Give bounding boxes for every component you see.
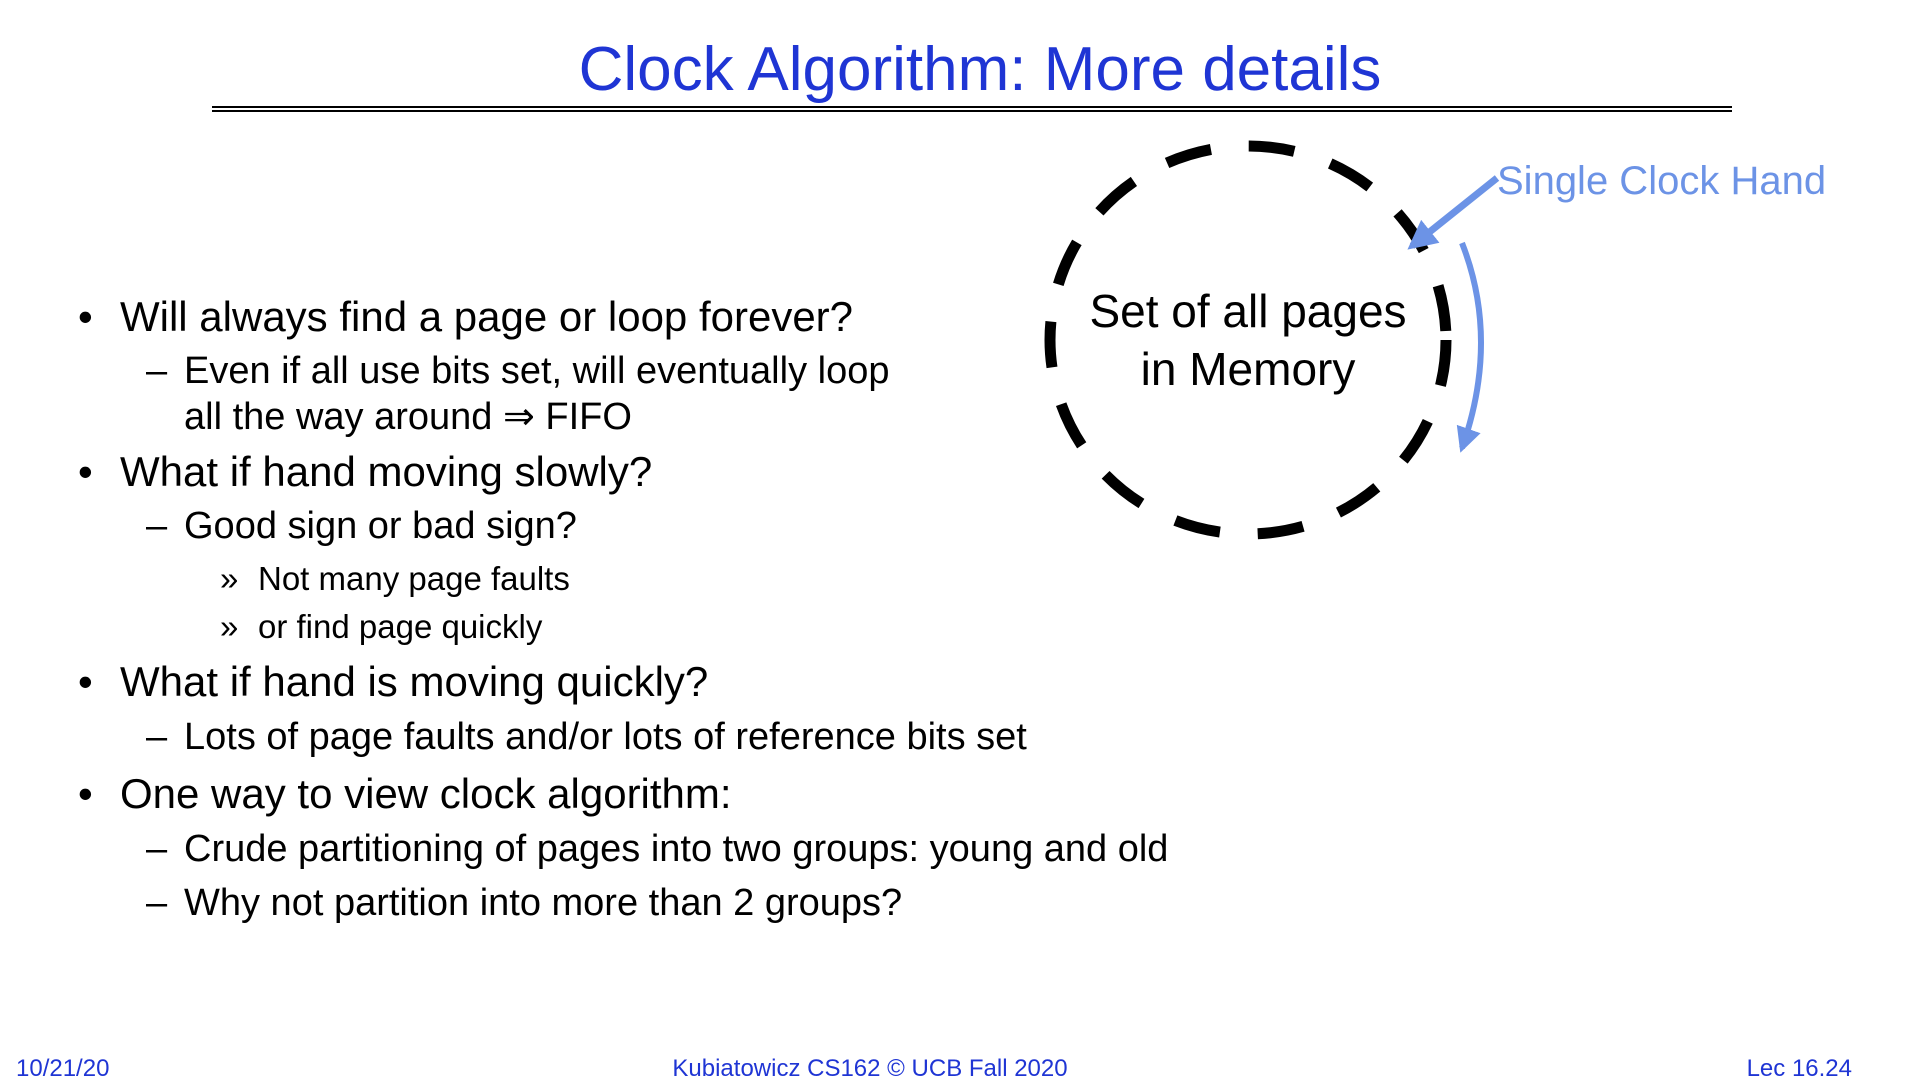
circle-label-line1: Set of all pages [1089,285,1407,337]
clock-hand-arrow [1407,175,1500,250]
clock-hand-label: Single Clock Hand [1497,159,1827,203]
clock-diagram: Set of all pages in Memory Single Clock … [0,0,1920,1080]
circle-label-line2: in Memory [1140,343,1356,395]
rotation-arrow [1456,241,1484,453]
page-set-circle [1044,140,1452,540]
